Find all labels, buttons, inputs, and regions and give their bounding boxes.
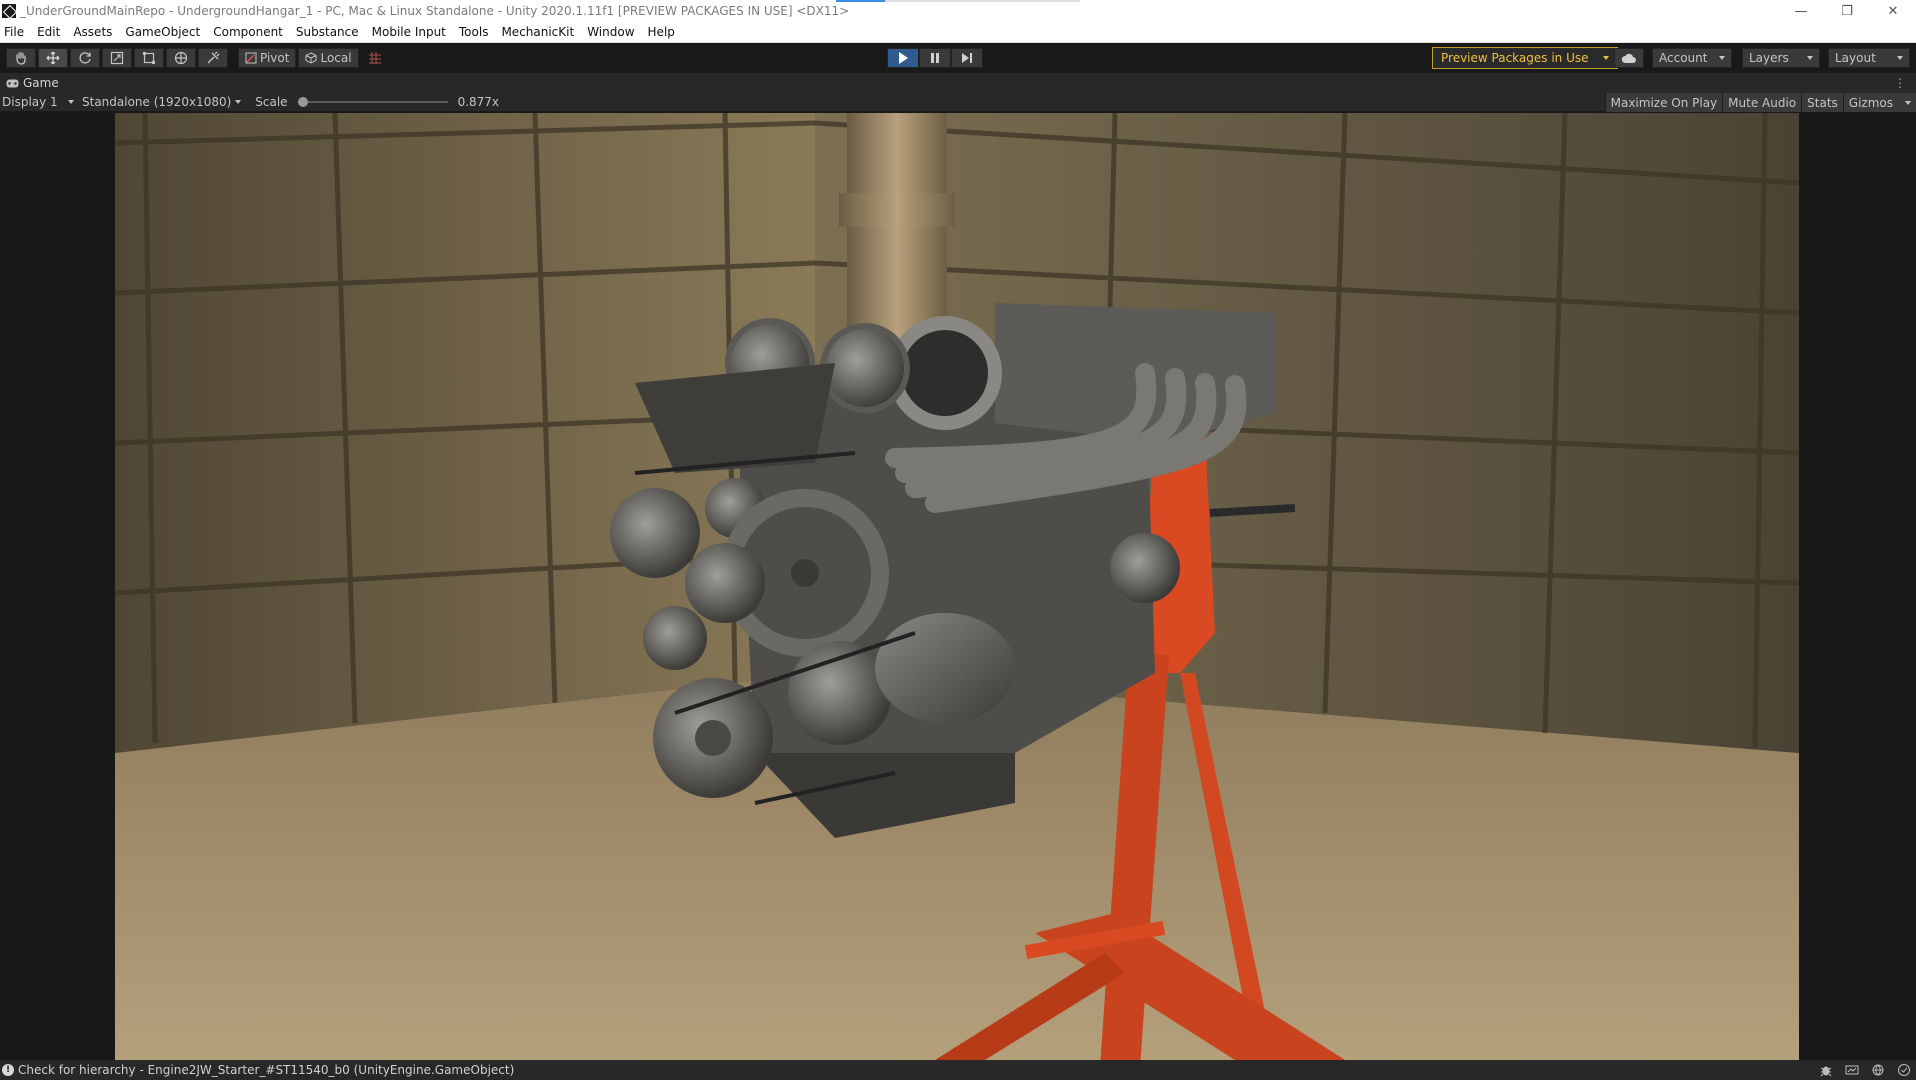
scale-label: Scale [255,95,288,109]
transform-tool-icon [174,51,188,65]
main-toolbar: Pivot Local Preview Packages in Use Acco… [0,43,1916,73]
rect-tool-icon [143,52,155,64]
scale-tool-button[interactable] [102,48,132,68]
menu-help[interactable]: Help [643,25,683,39]
mute-audio-toggle[interactable]: Mute Audio [1722,93,1802,112]
preview-packages-label: Preview Packages in Use [1441,51,1589,65]
window-title: _UnderGroundMainRepo - UndergroundHangar… [20,4,850,18]
step-icon [962,53,972,63]
pivot-icon [245,52,257,64]
display-label: Display 1 [2,95,58,109]
tab-game-label: Game [23,76,59,90]
move-tool-button[interactable] [38,48,68,68]
more-options-icon[interactable]: ⋮ [1894,76,1906,90]
scene-render [115,113,1799,1060]
menu-substance[interactable]: Substance [291,25,367,39]
cloud-icon [1621,53,1636,63]
stats-toggle[interactable]: Stats [1801,93,1843,112]
rotate-tool-button[interactable] [70,48,100,68]
pipe-flange [839,193,955,227]
game-viewport[interactable] [115,113,1799,1060]
chevron-down-icon [1719,56,1725,60]
local-cube-icon [305,52,317,64]
local-label: Local [320,51,352,65]
custom-tool-icon [207,51,220,64]
game-view-controls: Display 1 Standalone (1920x1080) Scale 0… [0,93,1916,112]
move-tool-icon [46,51,60,65]
status-icons [1818,1062,1912,1078]
resolution-label: Standalone (1920x1080) [82,95,232,109]
status-message[interactable]: Check for hierarchy - Engine2JW_Starter_… [18,1063,514,1077]
play-icon [899,52,908,64]
account-label: Account [1659,51,1708,65]
pivot-label: Pivot [260,51,290,65]
menu-window[interactable]: Window [582,25,642,39]
rotate-tool-icon [79,52,91,64]
layers-dropdown[interactable]: Layers [1742,48,1820,68]
unity-logo-icon [2,4,16,18]
display-dropdown[interactable]: Display 1 [0,95,78,109]
scale-tool-icon [110,51,124,65]
chevron-down-icon [1602,56,1609,60]
menu-mobile-input[interactable]: Mobile Input [367,25,454,39]
game-view-toggles: Maximize On Play Mute Audio Stats Gizmos [1604,93,1916,112]
chevron-down-icon [1897,56,1903,60]
layers-label: Layers [1749,51,1789,65]
tab-game[interactable]: Game [0,73,65,93]
gamepad-icon [6,79,19,87]
menu-file[interactable]: File [0,25,32,39]
play-controls [887,48,983,68]
cloud-button[interactable] [1614,48,1644,68]
rect-tool-button[interactable] [134,48,164,68]
title-bar: _UnderGroundMainRepo - UndergroundHangar… [0,0,1916,22]
maximize-on-play-toggle[interactable]: Maximize On Play [1604,93,1723,112]
menu-mechanickit[interactable]: MechanicKit [496,25,582,39]
bug-icon[interactable] [1818,1062,1834,1078]
menu-component[interactable]: Component [208,25,291,39]
close-button[interactable]: ✕ [1870,0,1916,22]
chevron-down-icon [1905,100,1911,105]
status-bar: ! Check for hierarchy - Engine2JW_Starte… [0,1060,1916,1080]
chevron-down-icon [68,100,74,104]
pause-icon [931,53,939,63]
grid-snap-button[interactable] [363,48,387,68]
scale-control: Scale 0.877x [255,95,499,109]
local-toggle[interactable]: Local [298,48,359,68]
chevron-down-icon [235,100,242,104]
network-icon[interactable] [1870,1062,1886,1078]
account-dropdown[interactable]: Account [1652,48,1732,68]
check-circle-icon[interactable] [1896,1062,1912,1078]
scale-slider[interactable] [297,97,448,107]
info-icon: ! [2,1064,14,1076]
scale-slider-thumb[interactable] [297,97,308,107]
preview-packages-button[interactable]: Preview Packages in Use [1432,47,1618,69]
layout-dropdown[interactable]: Layout [1828,48,1910,68]
menu-gameobject[interactable]: GameObject [120,25,208,39]
scale-value: 0.877x [457,95,500,109]
layout-label: Layout [1835,51,1876,65]
menu-assets[interactable]: Assets [68,25,120,39]
pivot-toggle[interactable]: Pivot [238,48,297,68]
hand-tool-button[interactable] [6,48,36,68]
hand-tool-icon [16,51,26,65]
grid-snap-icon [368,52,381,64]
gizmos-toggle[interactable]: Gizmos [1842,93,1916,112]
gizmos-label: Gizmos [1848,95,1893,110]
resolution-dropdown[interactable]: Standalone (1920x1080) [80,95,245,109]
graphics-icon[interactable] [1844,1062,1860,1078]
game-tab-bar: Game ⋮ [0,73,1916,93]
step-button[interactable] [951,48,983,68]
menu-bar: File Edit Assets GameObject Component Su… [0,22,1916,43]
chevron-down-icon [1807,56,1813,60]
pause-button[interactable] [919,48,951,68]
restore-button[interactable]: ❐ [1824,0,1870,22]
custom-tool-button[interactable] [198,48,228,68]
menu-edit[interactable]: Edit [32,25,68,39]
loading-progress-bar [836,0,1080,2]
play-button[interactable] [887,48,919,68]
transform-tool-button[interactable] [166,48,196,68]
minimize-button[interactable]: — [1778,0,1824,22]
transform-tools [6,48,230,68]
menu-tools[interactable]: Tools [454,25,497,39]
